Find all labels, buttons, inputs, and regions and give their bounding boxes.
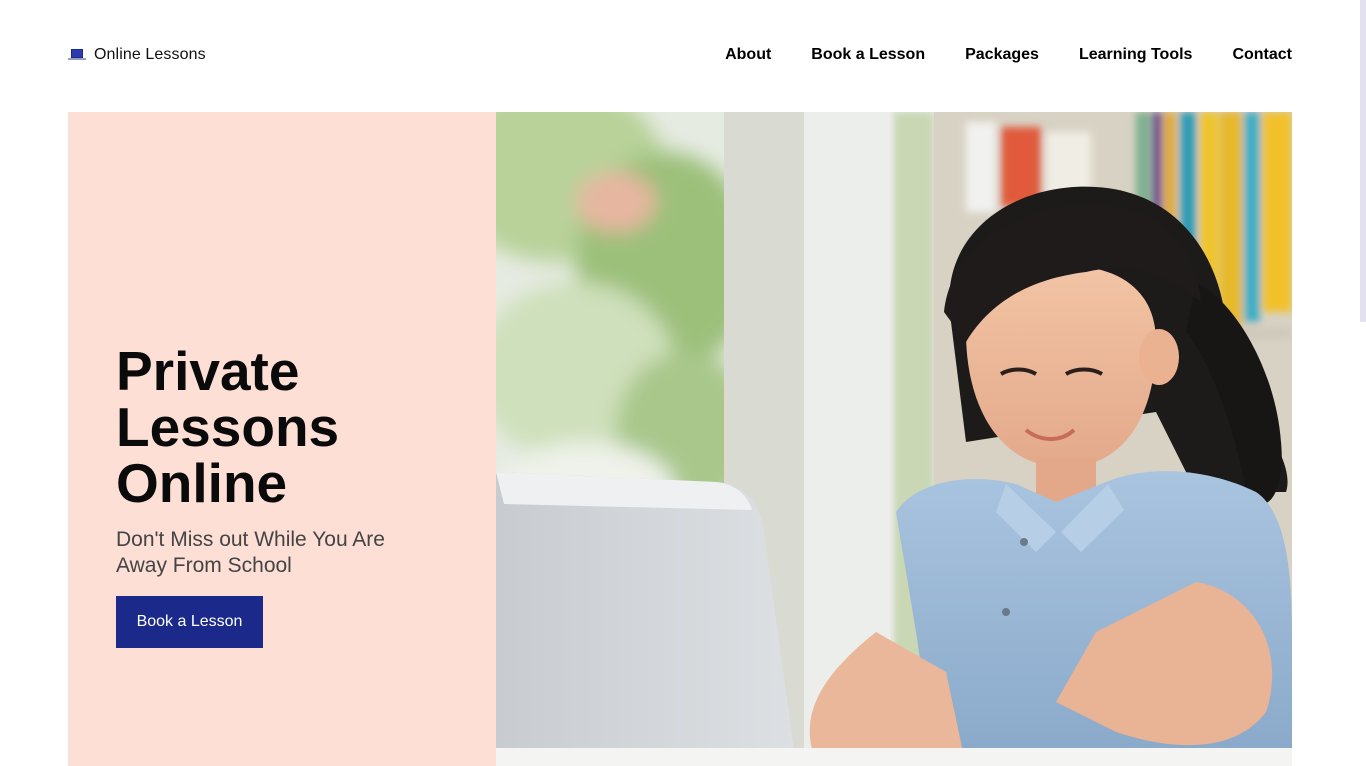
main-nav: About Book a Lesson Packages Learning To…: [725, 45, 1292, 65]
hero-panel: Private Lessons Online Don't Miss out Wh…: [68, 112, 496, 766]
hero-photo: [496, 112, 1292, 766]
hero-subtitle: Don't Miss out While You Are Away From S…: [116, 528, 385, 577]
site-header: Online Lessons About Book a Lesson Packa…: [0, 0, 1366, 112]
nav-learning-tools[interactable]: Learning Tools: [1079, 45, 1192, 65]
nav-packages[interactable]: Packages: [965, 45, 1039, 65]
laptop-icon: [68, 48, 86, 62]
girl-with-laptop-image: [496, 112, 1292, 766]
site-logo[interactable]: Online Lessons: [68, 46, 206, 64]
site-name: Online Lessons: [94, 46, 206, 63]
hero-title: Private Lessons Online: [116, 340, 340, 514]
nav-about[interactable]: About: [725, 45, 771, 65]
page: Online Lessons About Book a Lesson Packa…: [0, 0, 1366, 766]
scrollbar[interactable]: [1358, 0, 1366, 766]
nav-book-a-lesson[interactable]: Book a Lesson: [811, 45, 925, 65]
nav-contact[interactable]: Contact: [1232, 45, 1292, 65]
scrollbar-thumb[interactable]: [1360, 0, 1366, 322]
book-lesson-button[interactable]: Book a Lesson: [116, 596, 263, 648]
